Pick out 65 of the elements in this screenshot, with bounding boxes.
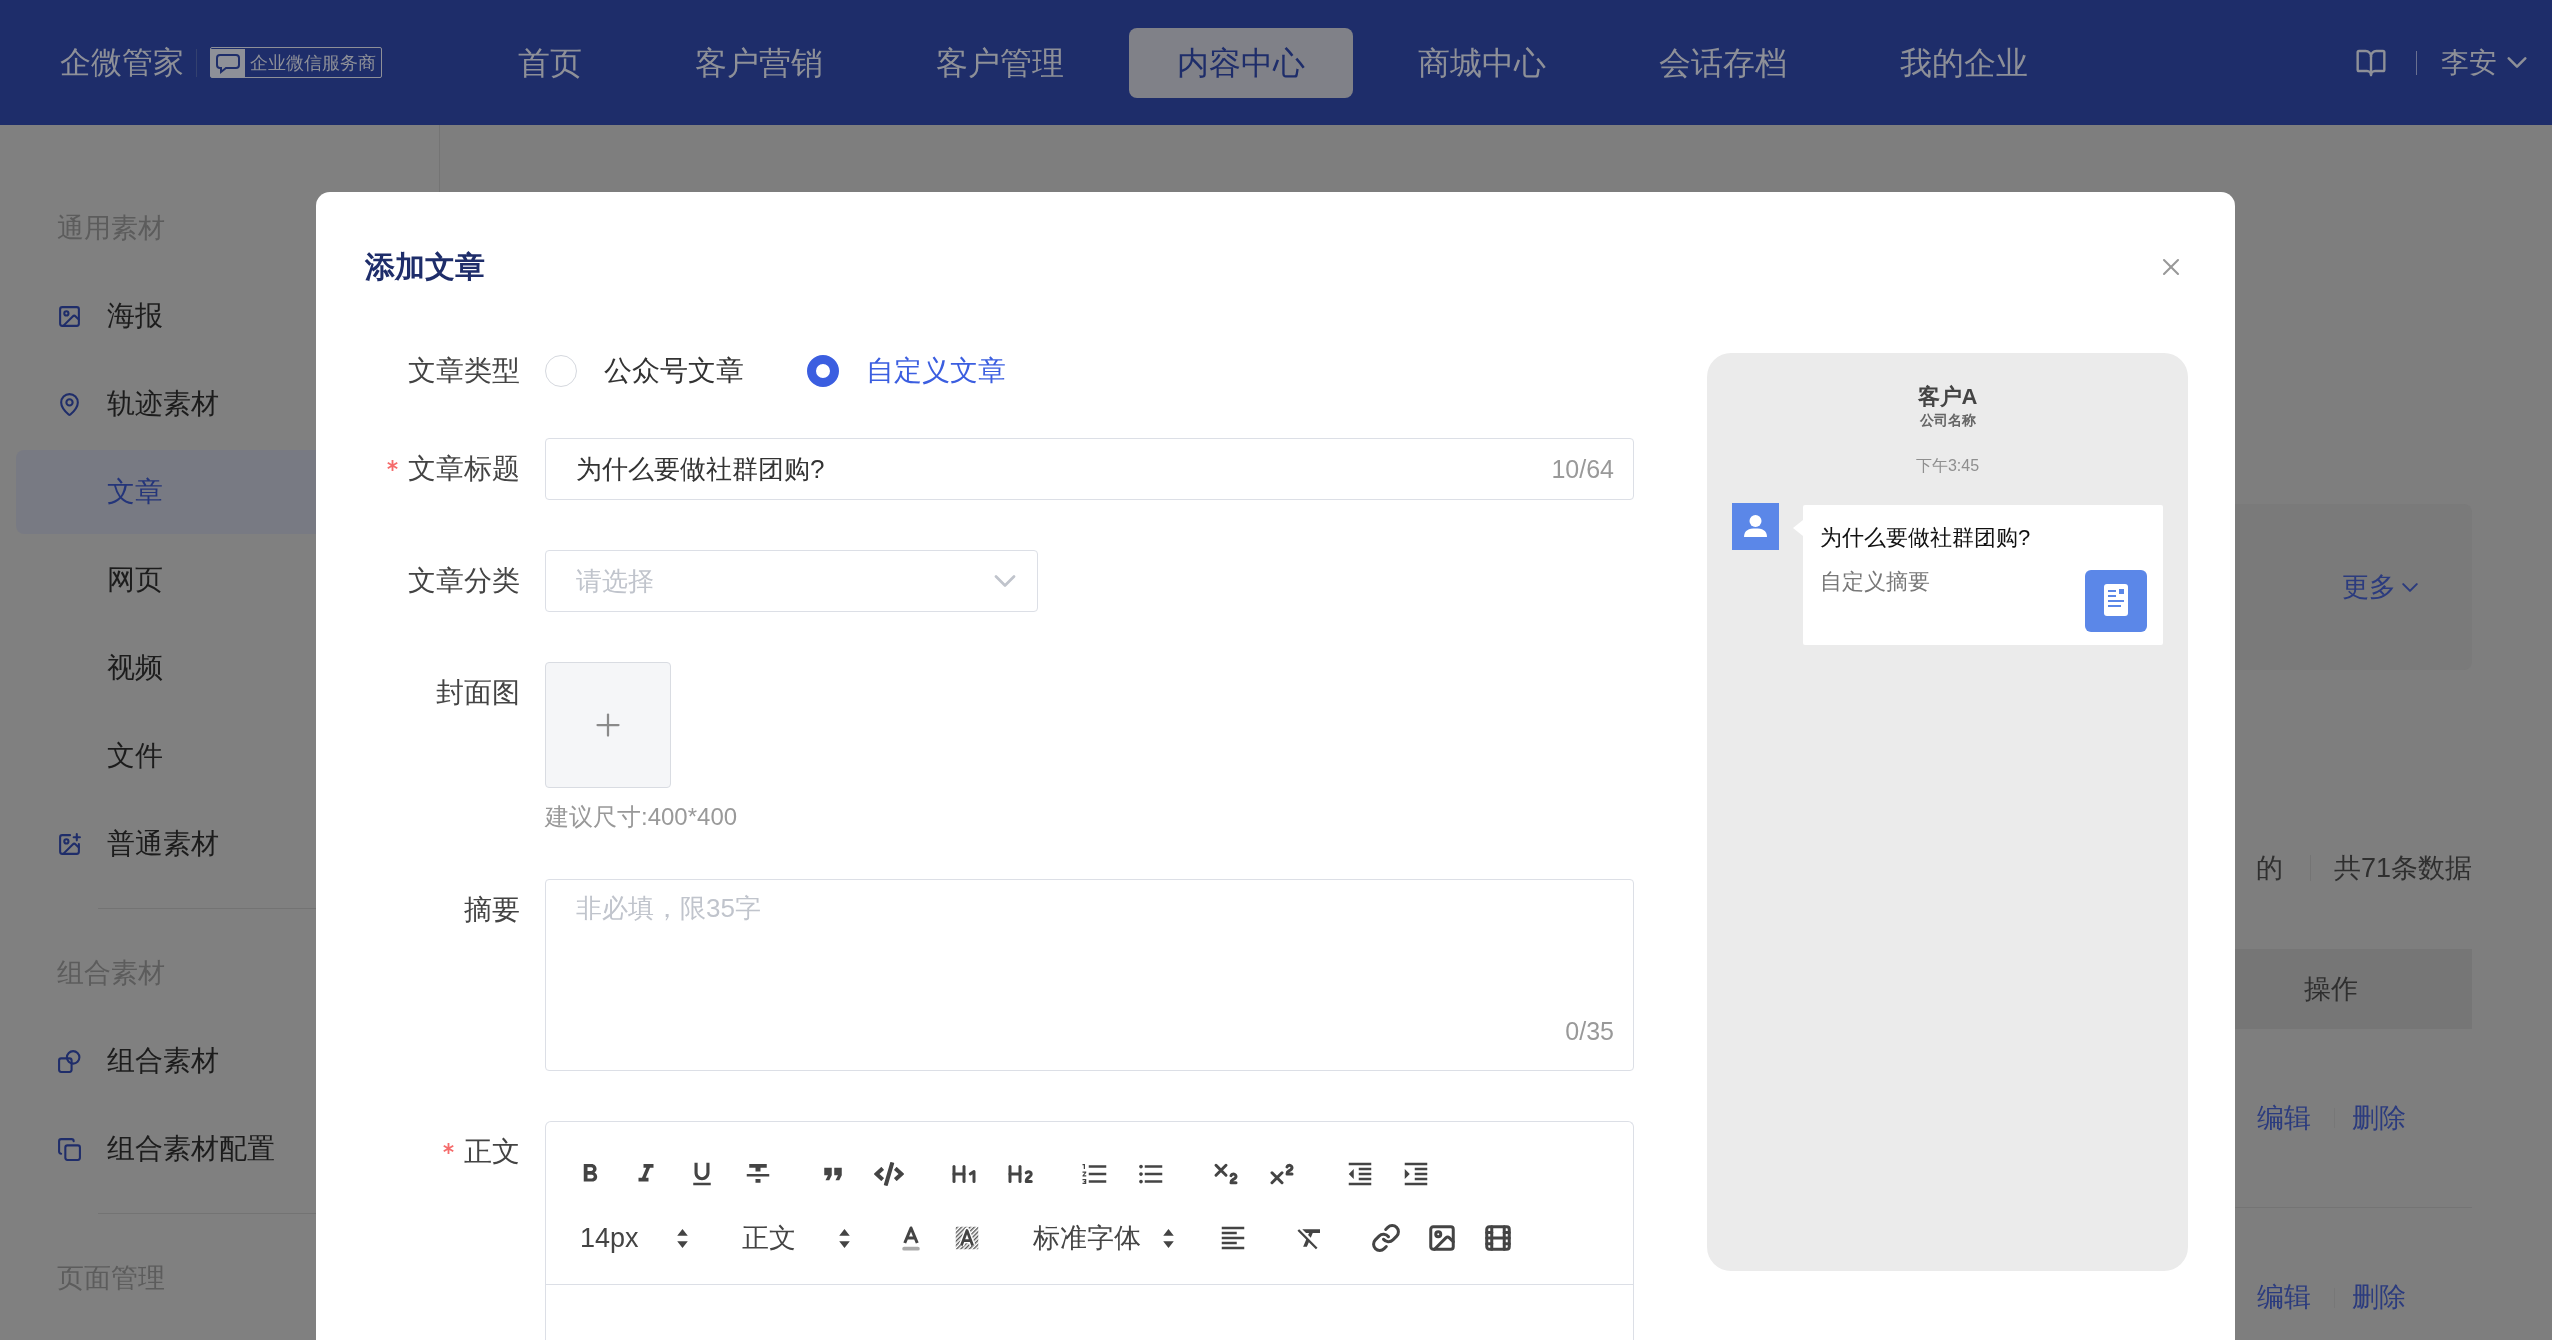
field-label: 封面图 <box>436 676 520 710</box>
column-header: 操作 <box>2304 972 2358 1006</box>
table-action-link[interactable]: 编辑 <box>2257 1097 2311 1139</box>
image-icon <box>57 303 82 329</box>
sidebar-item[interactable]: 组合素材 <box>16 1019 316 1103</box>
field-label: 文章分类 <box>408 564 520 598</box>
total-count: 共71条数据 <box>2333 851 2472 885</box>
field-label: 摘要 <box>464 893 520 927</box>
sidebar-item[interactable]: 文件 <box>16 714 316 798</box>
code-icon[interactable] <box>874 1159 904 1189</box>
category-select[interactable]: 请选择 <box>545 550 1038 612</box>
nav-tab[interactable]: 我的企业 <box>1852 27 2076 98</box>
square-circle-icon <box>57 1048 82 1074</box>
character-counter: 10/64 <box>1551 454 1614 485</box>
chevron-down-icon <box>2402 582 2418 592</box>
chevron-down-icon <box>2507 57 2527 68</box>
nav-tab[interactable]: 首页 <box>470 27 630 98</box>
up-down-arrows-icon <box>677 1228 688 1248</box>
sidebar-item[interactable]: 普通素材 <box>16 802 316 886</box>
nav-tab[interactable]: 客户营销 <box>647 27 871 98</box>
filter-label: 的 <box>2255 851 2283 885</box>
message-summary: 自定义摘要 <box>1820 568 1930 596</box>
user-menu[interactable]: 李安 <box>2441 41 2527 84</box>
image-icon[interactable] <box>1427 1223 1457 1253</box>
sidebar-item[interactable]: 组合素材配置 <box>16 1107 316 1191</box>
font-size-picker[interactable]: 14px <box>580 1216 688 1260</box>
message-title: 为什么要做社群团购? <box>1820 524 2032 552</box>
sidebar-item[interactable]: 轨迹素材 <box>16 362 316 446</box>
radio-option[interactable]: 自定义文章 <box>807 353 1006 389</box>
sidebar-item[interactable]: 文章 <box>16 450 316 534</box>
contact-name: 客户A <box>1917 383 1978 411</box>
app-logo: 企微管家 <box>60 43 184 82</box>
avatar-icon <box>1732 503 1779 550</box>
link-icon[interactable] <box>1371 1223 1401 1253</box>
size-hint: 建议尺寸:400*400 <box>545 802 738 832</box>
nav-tab[interactable]: 客户管理 <box>888 27 1112 98</box>
font-family-picker[interactable]: 标准字体 <box>1033 1216 1174 1260</box>
up-down-arrows-icon <box>1163 1228 1174 1248</box>
company-name: 公司名称 <box>1919 411 1976 429</box>
up-down-arrows-icon <box>839 1228 850 1248</box>
more-button[interactable]: 更多 <box>2342 566 2418 608</box>
film-icon[interactable] <box>1483 1223 1513 1253</box>
nav-tab[interactable]: 会话存档 <box>1611 27 1835 98</box>
sidebar-item[interactable]: 网页 <box>16 538 316 622</box>
chevron-down-icon <box>994 575 1016 587</box>
field-label: 文章类型 <box>408 354 520 388</box>
nav-tab[interactable]: 商城中心 <box>1370 27 1594 98</box>
sidebar-item[interactable]: 视频 <box>16 626 316 710</box>
character-counter: 0/35 <box>1565 1016 1614 1046</box>
table-action-link[interactable]: 编辑 <box>2257 1277 2311 1318</box>
location-pin-icon <box>57 391 82 417</box>
table-action-link[interactable]: 删除 <box>2352 1277 2406 1318</box>
stacked-squares-icon <box>57 1136 82 1162</box>
image-plus-icon <box>57 831 82 857</box>
field-label: 正文 <box>464 1135 520 1169</box>
field-label: 文章标题 <box>408 452 520 486</box>
sidebar-item[interactable]: 海报 <box>16 274 316 358</box>
table-action-link[interactable]: 删除 <box>2352 1097 2406 1139</box>
dialog-title: 添加文章 <box>365 249 485 285</box>
message-time: 下午3:45 <box>1915 456 1980 476</box>
document-icon <box>2085 570 2147 632</box>
nav-tab[interactable]: 内容中心 <box>1129 27 1353 98</box>
text-style-picker[interactable]: 正文 <box>742 1216 850 1260</box>
badge-label: 企业微信服务商 <box>249 51 377 75</box>
radio-option[interactable]: 公众号文章 <box>545 353 744 389</box>
